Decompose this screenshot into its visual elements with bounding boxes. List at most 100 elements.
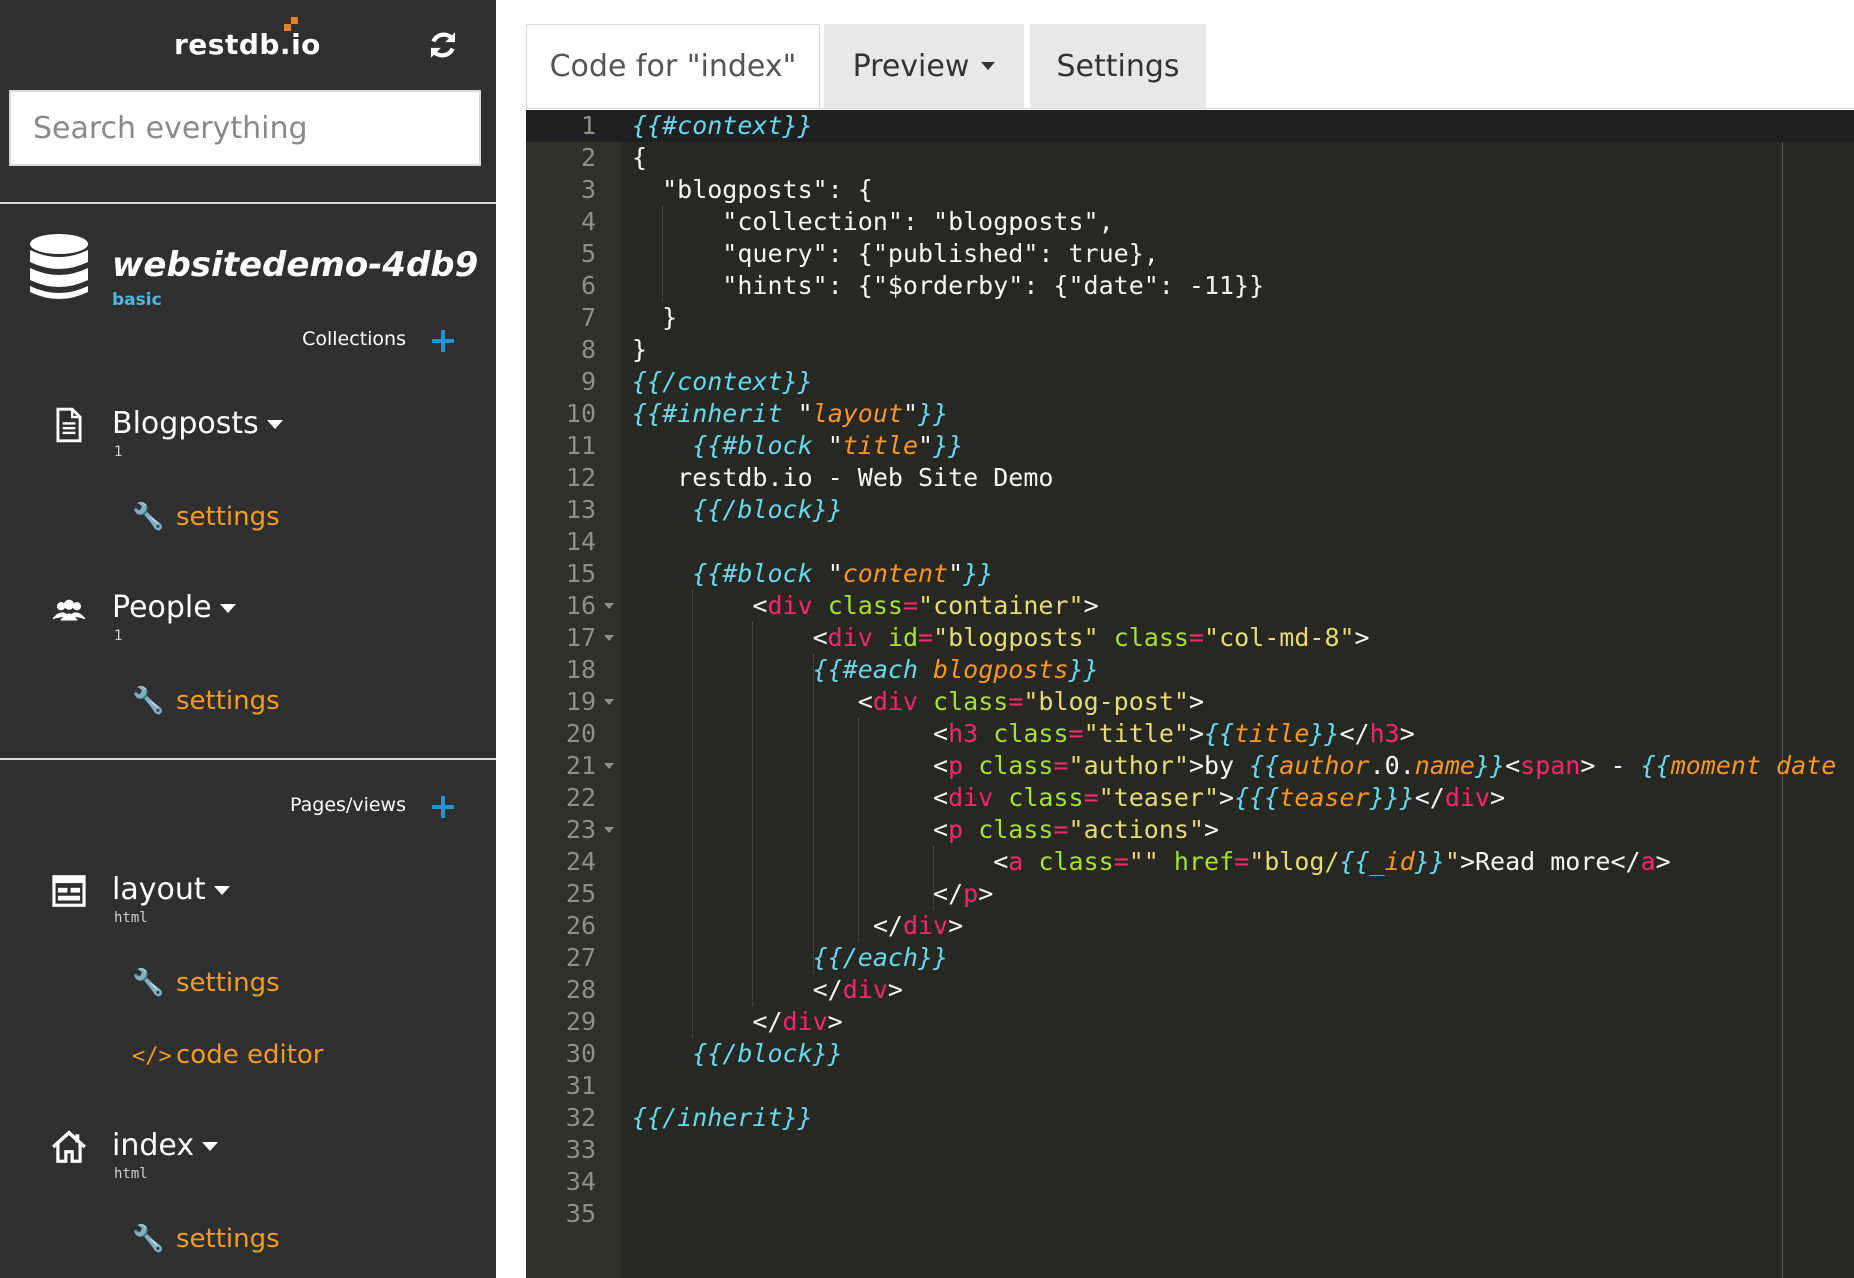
sidebar-item-label: People xyxy=(112,590,212,625)
add-page-plus-icon[interactable] xyxy=(432,796,454,818)
line-number: 15 xyxy=(565,559,596,588)
fold-toggle-icon[interactable] xyxy=(604,603,614,609)
sidebar-item-blogposts[interactable]: Blogposts xyxy=(112,406,283,441)
indent-guide xyxy=(752,622,754,1006)
code-line[interactable]: {{/block}} xyxy=(632,494,843,526)
code-line[interactable]: restdb.io - Web Site Demo xyxy=(632,462,1053,494)
line-number: 32 xyxy=(565,1103,596,1132)
code-line[interactable]: "query": {"published": true}, xyxy=(632,238,1159,270)
chevron-down-icon[interactable] xyxy=(202,1142,219,1151)
code-line[interactable]: } xyxy=(632,334,647,366)
code-line[interactable]: "collection": "blogposts", xyxy=(632,206,1113,238)
collection-count: 1 xyxy=(114,444,123,460)
line-number: 19 xyxy=(565,687,596,716)
code-line[interactable]: <div class="container"> xyxy=(632,590,1098,622)
line-number: 2 xyxy=(580,143,596,172)
line-number: 35 xyxy=(565,1199,596,1228)
index-settings-link[interactable]: 🔧 settings xyxy=(132,1224,280,1254)
code-line[interactable]: </div> xyxy=(632,1006,842,1038)
logo-mark-icon xyxy=(284,17,298,31)
code-line[interactable]: <div class="teaser">{{{teaser}}}</div> xyxy=(632,782,1505,814)
line-number: 34 xyxy=(565,1167,596,1196)
line-number: 17 xyxy=(565,623,596,652)
line-number: 1 xyxy=(580,111,596,140)
line-number: 9 xyxy=(580,367,596,396)
collection-count: 1 xyxy=(114,628,123,644)
line-number: 12 xyxy=(565,463,596,492)
code-line[interactable]: <p class="author">by {{author.0.name}}<s… xyxy=(632,750,1854,782)
line-number: 11 xyxy=(565,431,596,460)
fold-toggle-icon[interactable] xyxy=(604,763,614,769)
code-line[interactable]: <p class="actions"> xyxy=(632,814,1219,846)
code-line[interactable]: {{#block "title"}} xyxy=(632,430,963,462)
line-number: 22 xyxy=(565,783,596,812)
wrench-icon: 🔧 xyxy=(132,1224,165,1254)
blogposts-settings-link[interactable]: 🔧 settings xyxy=(132,502,280,532)
code-line[interactable]: {{/inherit}} xyxy=(632,1102,813,1134)
line-number: 31 xyxy=(565,1071,596,1100)
chevron-down-icon[interactable] xyxy=(213,886,230,895)
code-line[interactable]: {{/context}} xyxy=(632,366,813,398)
page-type: html xyxy=(114,910,148,926)
database-icon xyxy=(30,234,88,299)
code-icon: </> xyxy=(132,1044,172,1069)
sidebar-item-people[interactable]: People xyxy=(112,590,236,625)
layout-code-editor-link[interactable]: </> code editor xyxy=(132,1040,323,1070)
indent-guide xyxy=(933,846,935,910)
tab-preview[interactable]: Preview xyxy=(824,24,1024,108)
sidebar-item-layout[interactable]: layout xyxy=(112,872,230,907)
code-line[interactable]: "hints": {"$orderby": {"date": -11}} xyxy=(632,270,1264,302)
page-type: html xyxy=(114,1166,148,1182)
chevron-down-icon[interactable] xyxy=(266,420,283,429)
line-number: 6 xyxy=(580,271,596,300)
code-line[interactable]: </div> xyxy=(632,974,903,1006)
fold-toggle-icon[interactable] xyxy=(604,827,614,833)
sidebar-item-index[interactable]: index xyxy=(112,1128,219,1163)
layout-settings-link[interactable]: 🔧 settings xyxy=(132,968,280,998)
chevron-down-icon xyxy=(981,62,996,70)
add-collection-plus-icon[interactable] xyxy=(432,330,454,352)
code-line[interactable]: <div id="blogposts" class="col-md-8"> xyxy=(632,622,1370,654)
code-editor[interactable]: 1 {{#context}} 2 {3 "blogposts": {4 "collec… xyxy=(526,110,1854,1278)
chevron-down-icon[interactable] xyxy=(219,604,236,613)
code-line[interactable]: {{#inherit "layout"}} xyxy=(632,398,948,430)
code-line[interactable]: {{/each}} xyxy=(632,942,948,974)
line-number: 26 xyxy=(565,911,596,940)
document-icon xyxy=(56,407,82,443)
line-number: 10 xyxy=(565,399,596,428)
line-number: 5 xyxy=(580,239,596,268)
code-line[interactable]: <a class="" href="blog/{{_id}}">Read mor… xyxy=(632,846,1670,878)
line-number: 27 xyxy=(565,943,596,972)
fold-toggle-icon[interactable] xyxy=(604,699,614,705)
code-line[interactable]: { xyxy=(632,142,647,174)
code-line[interactable]: </div> xyxy=(632,910,963,942)
fold-toggle-icon[interactable] xyxy=(604,635,614,641)
search-input[interactable] xyxy=(9,90,481,166)
indent-guide xyxy=(662,206,664,302)
line-number: 23 xyxy=(565,815,596,844)
sidebar-item-label: layout xyxy=(112,872,206,907)
line-number: 33 xyxy=(565,1135,596,1164)
people-settings-link[interactable]: 🔧 settings xyxy=(132,686,280,716)
line-number: 21 xyxy=(565,751,596,780)
code-line[interactable]: {{#block "content"}} xyxy=(632,558,993,590)
code-line[interactable]: } xyxy=(632,302,677,334)
brand-logo[interactable]: restdb.io xyxy=(174,28,321,61)
sidebar: restdb.io websitedemo-4db9 basic Collect… xyxy=(0,0,496,1278)
tab-settings[interactable]: Settings xyxy=(1030,24,1206,108)
code-line[interactable]: {{#context}} xyxy=(632,110,813,142)
code-line[interactable]: {{#each blogposts}} xyxy=(632,654,1099,686)
code-line[interactable]: <h3 class="title">{{title}}</h3> xyxy=(632,718,1415,750)
refresh-icon[interactable] xyxy=(426,28,460,62)
tab-code[interactable]: Code for "index" xyxy=(526,24,820,108)
line-number: 24 xyxy=(565,847,596,876)
divider xyxy=(0,758,496,760)
collections-heading: Collections xyxy=(302,328,406,350)
line-number: 28 xyxy=(565,975,596,1004)
users-icon xyxy=(52,599,86,621)
database-plan-badge: basic xyxy=(112,290,162,310)
code-line[interactable]: <div class="blog-post"> xyxy=(632,686,1204,718)
code-line[interactable]: {{/block}} xyxy=(632,1038,843,1070)
database-name[interactable]: websitedemo-4db9 xyxy=(112,245,478,285)
code-line[interactable]: "blogposts": { xyxy=(632,174,873,206)
